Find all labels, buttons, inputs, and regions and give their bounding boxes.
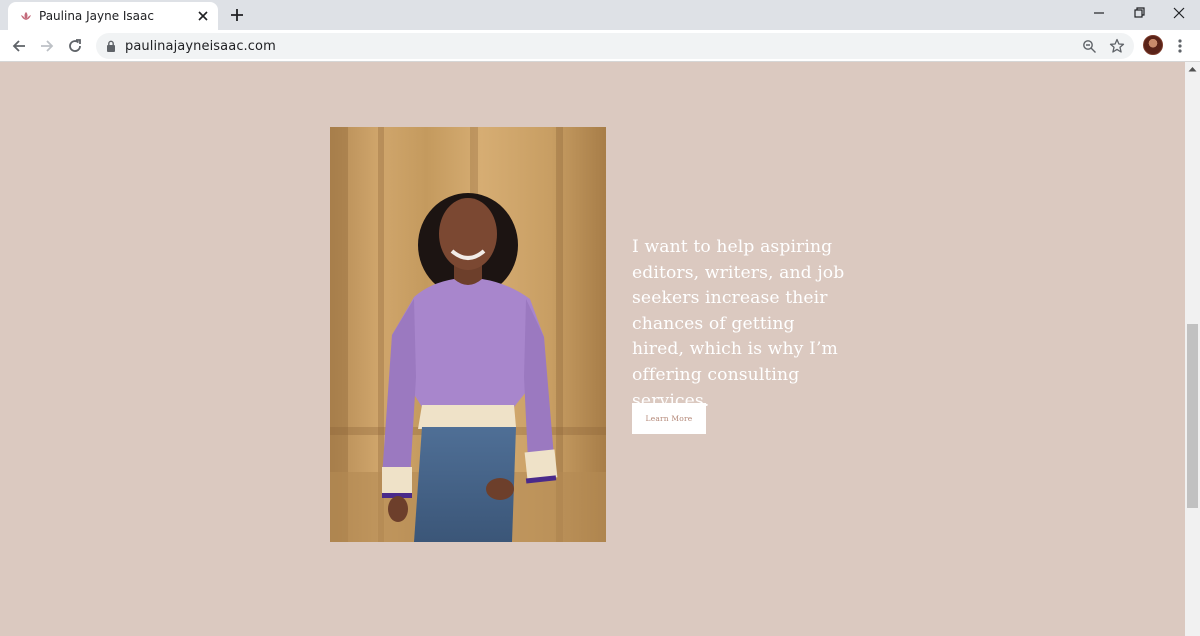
tab-title: Paulina Jayne Isaac: [39, 9, 154, 23]
page-content: I want to help aspiring editors, writers…: [0, 62, 1185, 636]
lotus-favicon-icon: [21, 12, 31, 20]
tab-strip: Paulina Jayne Isaac: [0, 0, 1200, 30]
profile-avatar[interactable]: [1143, 35, 1163, 55]
hero-quote: I want to help aspiring editors, writers…: [632, 237, 845, 411]
address-bar[interactable]: paulinajayneisaac.com: [96, 33, 1134, 59]
zoom-icon[interactable]: [1082, 39, 1097, 54]
minimize-icon[interactable]: [1089, 4, 1109, 22]
forward-arrow-icon[interactable]: [38, 37, 56, 55]
page-scrollbar[interactable]: [1185, 62, 1200, 636]
portrait-photo: [330, 127, 606, 542]
url-text: paulinajayneisaac.com: [125, 39, 276, 54]
browser-toolbar: paulinajayneisaac.com: [0, 30, 1200, 62]
reload-icon[interactable]: [66, 37, 84, 55]
learn-more-button[interactable]: Learn More: [632, 403, 706, 434]
lock-icon: [107, 40, 115, 52]
close-tab-icon[interactable]: [195, 8, 211, 24]
back-arrow-icon[interactable]: [10, 37, 28, 55]
scroll-up-arrow-icon[interactable]: [1188, 66, 1197, 72]
bookmark-star-icon[interactable]: [1109, 38, 1125, 54]
browser-tab[interactable]: Paulina Jayne Isaac: [8, 2, 218, 30]
restore-icon[interactable]: [1129, 4, 1149, 22]
new-tab-icon[interactable]: [228, 6, 246, 24]
close-window-icon[interactable]: [1169, 4, 1189, 22]
menu-kebab-icon[interactable]: [1175, 37, 1185, 55]
scrollbar-thumb[interactable]: [1187, 324, 1198, 508]
